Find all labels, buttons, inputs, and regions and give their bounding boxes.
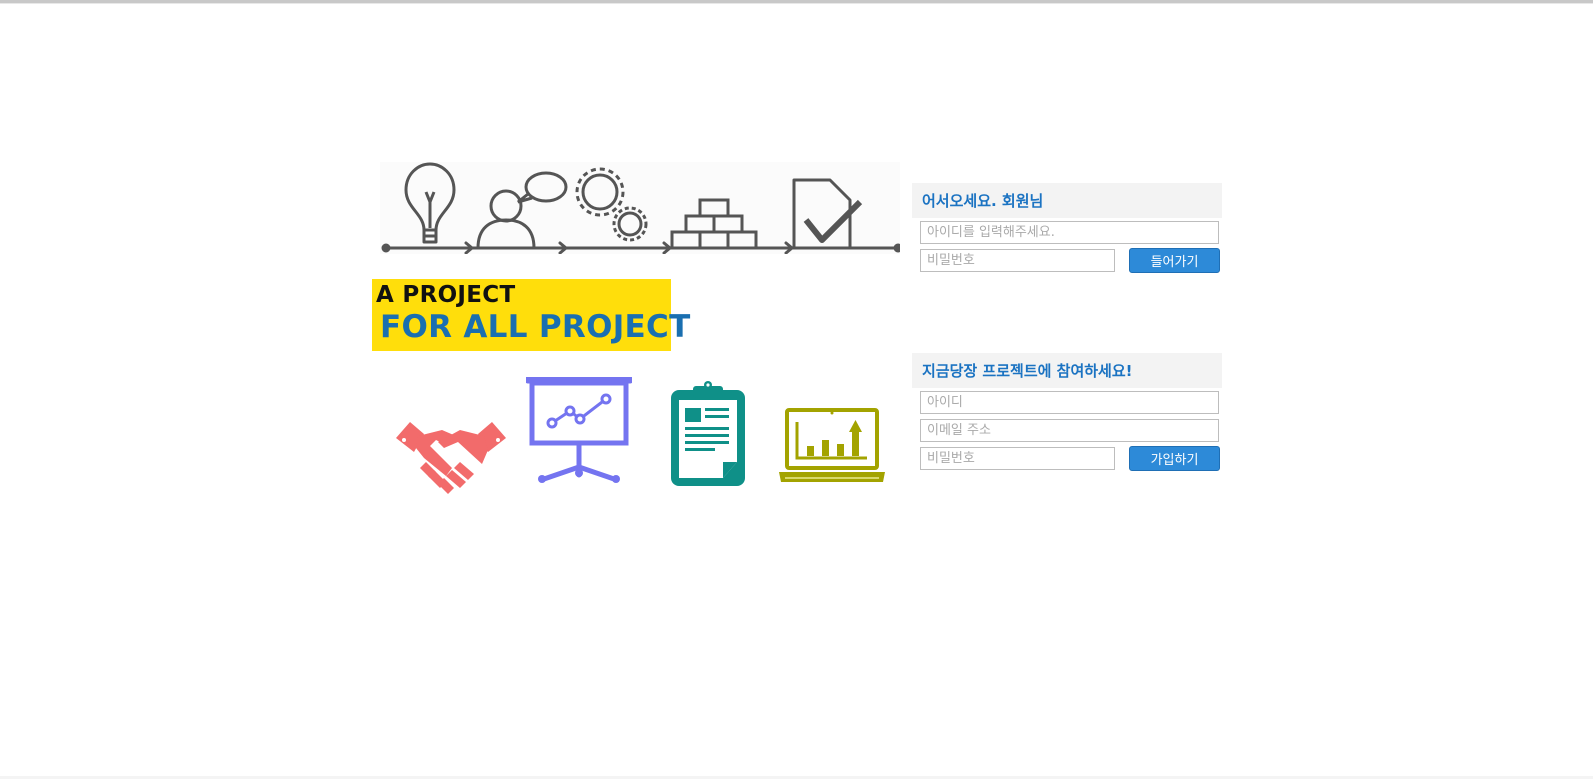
login-id-input[interactable] bbox=[920, 221, 1219, 244]
login-panel: 어서오세요. 회원님 들어가기 bbox=[912, 183, 1222, 278]
login-password-input[interactable] bbox=[920, 249, 1115, 272]
presentation-board-icon bbox=[526, 377, 632, 483]
login-title: 어서오세요. 회원님 bbox=[912, 183, 1222, 218]
clipboard-icon bbox=[671, 381, 745, 486]
lightbulb-icon bbox=[404, 162, 456, 244]
signup-panel: 지금당장 프로젝트에 참여하세요! 가입하기 bbox=[912, 353, 1222, 478]
laptop-chart-icon bbox=[779, 408, 885, 482]
site-logo: A PROJECT FOR ALL PROJECT bbox=[372, 279, 690, 351]
signup-button[interactable]: 가입하기 bbox=[1129, 446, 1220, 471]
signup-title: 지금당장 프로젝트에 참여하세요! bbox=[912, 353, 1222, 388]
logo-line1: A PROJECT bbox=[376, 282, 516, 308]
signup-id-input[interactable] bbox=[920, 391, 1219, 414]
signup-password-input[interactable] bbox=[920, 447, 1115, 470]
handshake-icon bbox=[396, 422, 506, 494]
bricks-icon bbox=[670, 198, 758, 250]
process-banner bbox=[380, 162, 903, 255]
person-speech-icon bbox=[476, 171, 568, 249]
browser-top-border bbox=[0, 0, 1593, 4]
login-button[interactable]: 들어가기 bbox=[1129, 248, 1220, 273]
signup-email-input[interactable] bbox=[920, 419, 1219, 442]
gears-icon bbox=[575, 167, 648, 242]
process-banner-graphic bbox=[381, 162, 903, 255]
logo-line2: FOR ALL PROJECT bbox=[380, 309, 691, 345]
document-check-icon bbox=[792, 178, 863, 248]
